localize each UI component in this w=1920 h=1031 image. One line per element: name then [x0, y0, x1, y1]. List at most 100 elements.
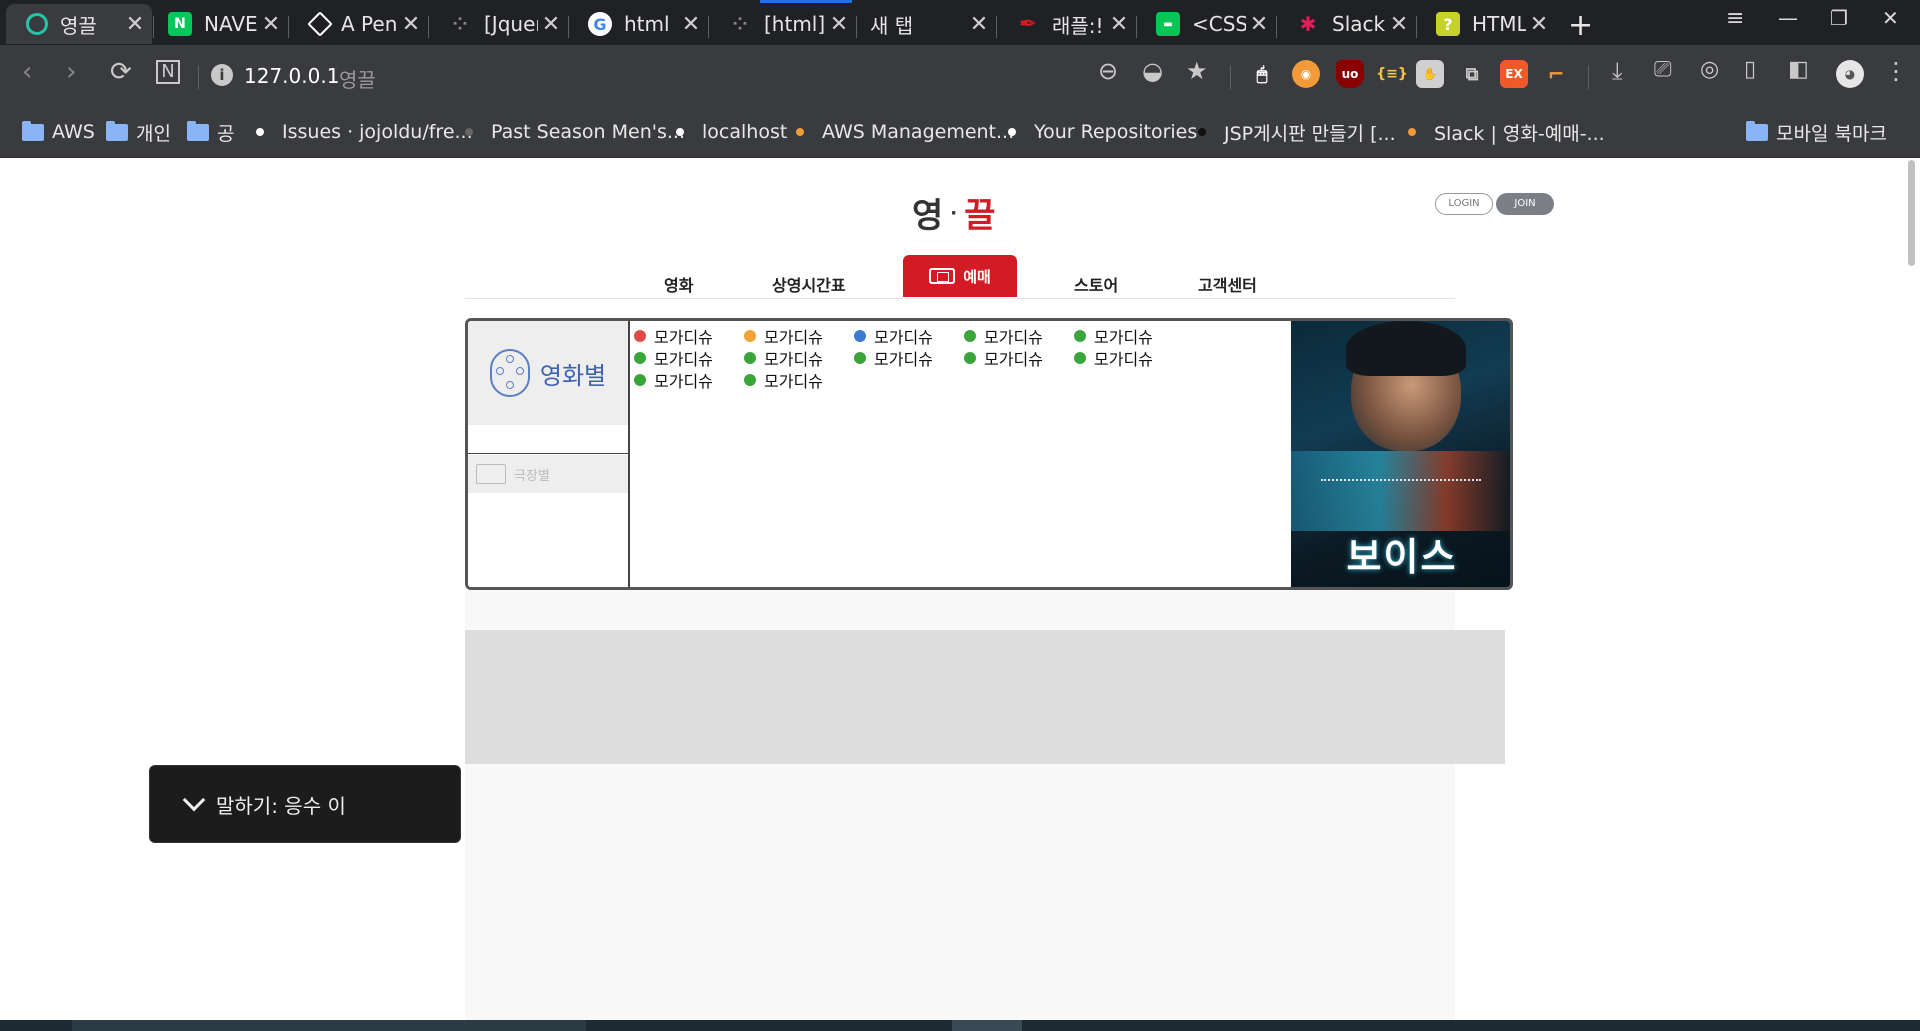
copy-extension-icon[interactable]: ⧉	[1458, 60, 1486, 88]
close-icon[interactable]: ✕	[966, 12, 992, 37]
movie-title: 모가디슈	[874, 328, 933, 347]
movie-item[interactable]: 모가디슈	[854, 325, 933, 347]
movie-item[interactable]: 모가디슈	[744, 369, 823, 391]
bookmark-folder-aws[interactable]: AWS	[22, 119, 95, 145]
tab-yeongkkeul[interactable]: 영끌 ✕	[6, 4, 152, 44]
google-icon: G	[588, 12, 612, 36]
bookmark-slack[interactable]: Slack | 영화-예매-...	[1408, 119, 1605, 145]
movie-title: 모가디슈	[984, 350, 1043, 369]
bookmark-folder-gong[interactable]: 공	[187, 119, 234, 145]
nav-movie[interactable]: 영화	[664, 272, 693, 296]
nav-customer-center[interactable]: 고객센터	[1198, 272, 1257, 296]
camera-icon[interactable]: ◎	[1700, 57, 1719, 82]
tab-html-tistory[interactable]: ⁘ [html] ✕	[708, 4, 856, 44]
tab-jquery[interactable]: ⁘ [Jquer ✕	[428, 4, 568, 44]
nav-booking[interactable]: 예매	[903, 255, 1017, 297]
tab-css[interactable]: ▬ <CSS ✕	[1136, 4, 1276, 44]
movie-item[interactable]: 모가디슈	[634, 369, 713, 391]
sidebar-icon[interactable]: ◧	[1788, 57, 1809, 82]
window-close-button[interactable]: ✕	[1882, 6, 1899, 30]
tab-raffle[interactable]: ✒ 래플:! ✕	[996, 4, 1136, 44]
taskbar-item[interactable]	[72, 1020, 586, 1031]
address-host[interactable]: 127.0.0.1	[244, 64, 339, 88]
close-icon[interactable]: ✕	[678, 12, 704, 37]
close-icon[interactable]: ✕	[1106, 12, 1132, 37]
movie-item[interactable]: 모가디슈	[634, 325, 713, 347]
join-button[interactable]: JOIN	[1496, 193, 1554, 215]
address-page-title[interactable]: 영끌	[339, 64, 376, 93]
close-icon[interactable]: ✕	[398, 12, 424, 37]
orange-extension-icon[interactable]: ◉	[1292, 60, 1320, 88]
bookmark-aws-management[interactable]: AWS Management...	[796, 119, 1014, 145]
close-icon[interactable]: ✕	[1386, 12, 1412, 37]
tab-new[interactable]: 새 탭 ✕	[856, 4, 996, 44]
reading-mode-icon[interactable]: ▯	[1744, 57, 1756, 82]
poster-background-art	[1291, 451, 1510, 531]
bookmark-past-season[interactable]: Past Season Men's...	[465, 119, 685, 145]
bookmark-star-icon[interactable]: ★	[1186, 57, 1208, 85]
movie-item[interactable]: 모가디슈	[1074, 325, 1153, 347]
close-icon[interactable]: ✕	[1246, 12, 1272, 37]
tab-codepen[interactable]: A Pen ✕	[288, 4, 428, 44]
question-icon: ?	[1436, 12, 1460, 36]
nav-showtimes[interactable]: 상영시간표	[772, 272, 846, 296]
bookmark-folder-personal[interactable]: 개인	[106, 119, 171, 145]
tab-slack[interactable]: ✱ Slack ✕	[1276, 4, 1416, 44]
movie-item[interactable]: 모가디슈	[1074, 347, 1153, 369]
menu-icon[interactable]: ⋮	[1884, 57, 1908, 85]
booking-sidebar: 영화별 극장별	[468, 321, 630, 587]
close-icon[interactable]: ✕	[1526, 12, 1552, 37]
tab-html[interactable]: ? HTML ✕	[1416, 4, 1556, 44]
movie-item[interactable]: 모가디슈	[964, 347, 1043, 369]
bookmark-folder-mobile[interactable]: 모바일 북마크	[1746, 119, 1887, 145]
bookmark-localhost[interactable]: localhost	[676, 119, 787, 145]
movie-item[interactable]: 모가디슈	[744, 325, 823, 347]
ruler-extension-icon[interactable]: ⌐	[1542, 60, 1570, 88]
reload-icon[interactable]: ⟳	[110, 57, 132, 87]
tab-title: html	[624, 12, 670, 36]
movie-poster[interactable]: 보이스	[1291, 321, 1510, 587]
taskbar-item[interactable]	[952, 1020, 1022, 1031]
ublock-icon[interactable]: uo	[1336, 60, 1364, 88]
movie-item[interactable]: 모가디슈	[854, 347, 933, 369]
tab-naver[interactable]: N NAVE ✕	[148, 4, 288, 44]
close-icon[interactable]: ✕	[122, 12, 148, 37]
movie-item[interactable]: 모가디슈	[744, 347, 823, 369]
login-button[interactable]: LOGIN	[1435, 193, 1493, 215]
download-icon[interactable]: ⤓	[1612, 57, 1623, 85]
close-icon[interactable]: ✕	[258, 12, 284, 37]
back-icon[interactable]: ‹	[22, 57, 32, 87]
zoom-out-icon[interactable]: ⊖	[1098, 57, 1118, 85]
video-capture-icon[interactable]: ⎚	[1654, 57, 1672, 82]
movie-item[interactable]: 모가디슈	[964, 325, 1043, 347]
bookmark-issues[interactable]: Issues · jojoldu/fre...	[256, 119, 473, 145]
dots-icon: ⁘	[732, 13, 748, 35]
nav-store[interactable]: 스토어	[1074, 272, 1118, 296]
json-extension-icon[interactable]: {≡}	[1376, 60, 1408, 88]
bookmark-repositories[interactable]: Your Repositories	[1008, 119, 1197, 145]
movie-item[interactable]: 모가디슈	[634, 347, 713, 369]
restore-button[interactable]: ❐	[1830, 6, 1848, 30]
minimize-button[interactable]: —	[1778, 6, 1798, 30]
reader-icon[interactable]: N	[156, 60, 180, 84]
mouse-extension-icon[interactable]: 🖱	[1248, 60, 1276, 88]
close-icon[interactable]: ✕	[826, 12, 852, 37]
by-theater-tab[interactable]: 극장별	[468, 455, 628, 493]
ex-extension-icon[interactable]: EX	[1500, 60, 1528, 88]
chevron-down-icon[interactable]	[182, 788, 206, 812]
nav-booking-label: 예매	[963, 267, 991, 286]
page-scrollbar[interactable]	[1908, 160, 1915, 266]
voice-typing-popup[interactable]: 말하기: 응수 이	[149, 765, 461, 843]
by-movie-tab[interactable]: 영화별	[468, 321, 628, 425]
site-logo[interactable]: 영 · 끌	[912, 188, 996, 237]
forward-icon[interactable]: ›	[66, 57, 76, 87]
touch-extension-icon[interactable]: ✋	[1416, 60, 1444, 88]
tab-search-icon[interactable]: ≡	[1726, 6, 1744, 31]
site-info-icon[interactable]: i	[211, 64, 233, 86]
pocket-icon[interactable]: ◒	[1142, 57, 1163, 85]
tab-google-html[interactable]: G html ✕	[568, 4, 708, 44]
new-tab-button[interactable]: +	[1568, 8, 1593, 43]
bookmark-jsp-board[interactable]: JSP게시판 만들기 [...	[1198, 119, 1396, 145]
profile-avatar-icon[interactable]: ◕	[1836, 60, 1864, 88]
close-icon[interactable]: ✕	[538, 12, 564, 37]
